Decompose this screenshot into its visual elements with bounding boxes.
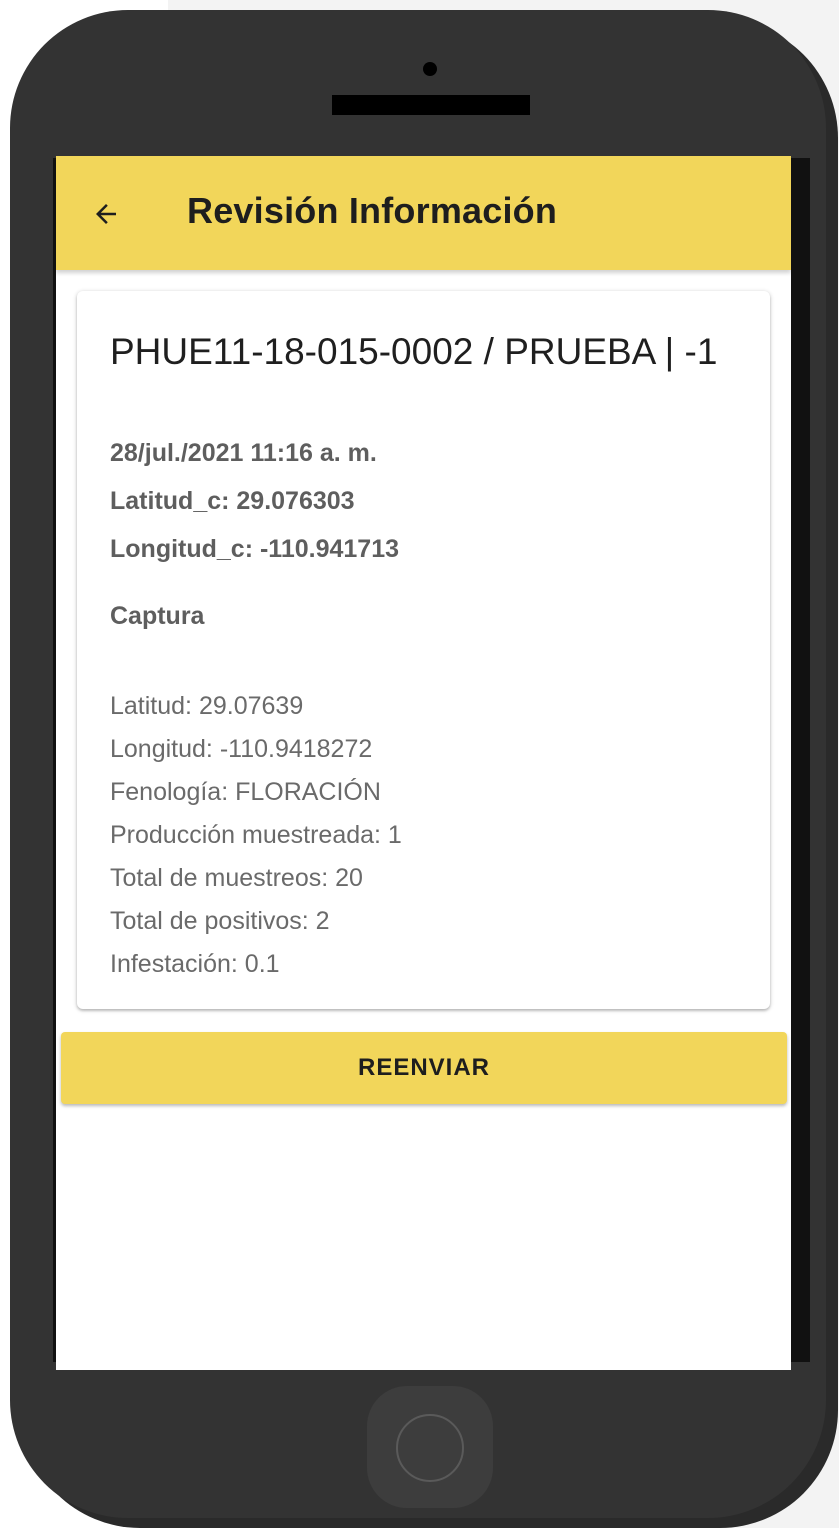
latitud-c: Latitud_c: 29.076303 [110,487,355,515]
app-bar: Revisión Información [56,156,791,270]
detail-total-positivos: Total de positivos: 2 [110,907,330,935]
section-label-captura: Captura [110,602,205,630]
detail-fenologia: Fenología: FLORACIÓN [110,778,381,806]
capture-details-list: Latitud: 29.07639 Longitud: -110.9418272… [110,685,402,986]
resend-button[interactable]: REENVIAR [61,1032,787,1104]
detail-total-muestreos: Total de muestreos: 20 [110,864,363,892]
speaker-grille [332,95,530,115]
back-button[interactable] [84,192,128,236]
arrow-left-icon [96,204,116,224]
detail-longitud: Longitud: -110.9418272 [110,735,373,763]
camera-dot [423,62,437,76]
record-card: PHUE11-18-015-0002 / PRUEBA | -1 28/jul.… [77,291,770,1009]
app-screen: Revisión Información PHUE11-18-015-0002 … [56,156,791,1370]
detail-produccion: Producción muestreada: 1 [110,821,402,849]
record-title: PHUE11-18-015-0002 / PRUEBA | -1 [110,331,718,372]
home-button[interactable] [396,1414,464,1482]
record-datetime: 28/jul./2021 11:16 a. m. [110,439,377,467]
longitud-c: Longitud_c: -110.941713 [110,535,400,563]
home-button-housing [367,1386,493,1508]
detail-latitud: Latitud: 29.07639 [110,692,304,720]
page-title: Revisión Información [187,190,558,231]
detail-infestacion: Infestación: 0.1 [110,950,280,978]
